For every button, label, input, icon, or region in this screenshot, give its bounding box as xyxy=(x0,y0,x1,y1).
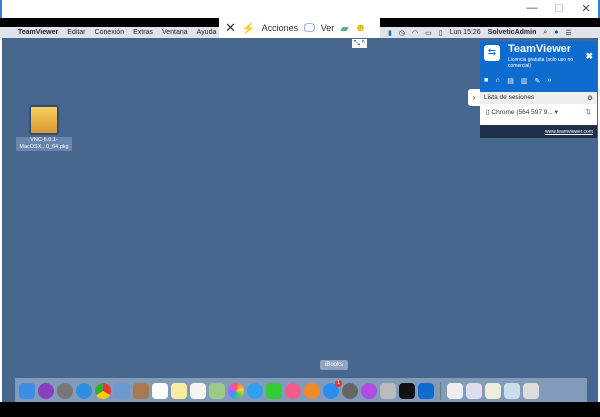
siri-icon[interactable]: ● xyxy=(554,29,558,36)
video-icon[interactable]: ■ xyxy=(484,77,488,85)
lightning-icon: ⚡ xyxy=(241,22,256,35)
actions-button[interactable]: Acciones xyxy=(262,23,299,33)
launchpad-icon[interactable] xyxy=(57,382,73,399)
utility-icon[interactable] xyxy=(380,382,396,399)
dock-divider xyxy=(440,381,441,400)
smiley-icon[interactable]: ☻ xyxy=(355,22,367,34)
teamviewer-logo-icon: ⇆ xyxy=(484,45,500,61)
dock-tooltip: iBooks xyxy=(320,360,349,370)
reminders-icon[interactable] xyxy=(190,382,206,399)
wifi-icon[interactable]: ◠ xyxy=(412,29,418,37)
screenshot-icon[interactable] xyxy=(466,382,482,399)
app-store-badge: 1 xyxy=(335,379,342,387)
app-store-icon[interactable]: 1 xyxy=(323,379,342,399)
menu-app[interactable]: TeamViewer xyxy=(18,29,58,36)
black-bar xyxy=(0,18,219,27)
terminal-icon[interactable] xyxy=(399,382,415,399)
collapse-toolbar-icon[interactable]: ⤡ ^ xyxy=(352,39,367,48)
preview-icon[interactable] xyxy=(114,382,130,399)
minimize-button[interactable]: — xyxy=(522,2,542,14)
safari-icon[interactable] xyxy=(76,382,92,399)
chrome-icon[interactable] xyxy=(95,382,111,399)
teamviewer-toolbar: ✕ ⚡ Acciones 🖵 Ver ▰ ☻ xyxy=(219,18,380,38)
mac-menu-bar: TeamViewer Editar Conexión Extras Ventan… xyxy=(0,27,219,38)
view-button[interactable]: Ver xyxy=(321,23,335,33)
more-icon[interactable]: » xyxy=(547,77,551,85)
podcasts-icon[interactable] xyxy=(361,382,377,399)
teamviewer-panel: ⇆ TeamViewer Licencia gratuita (solo uso… xyxy=(480,41,597,138)
facetime-icon[interactable] xyxy=(266,382,282,399)
spotlight-icon[interactable]: ⌕ xyxy=(543,29,547,37)
calendar-icon[interactable] xyxy=(152,382,168,399)
clock[interactable]: Lun 15:26 xyxy=(450,29,481,36)
downloads-icon[interactable] xyxy=(523,382,539,399)
photos-icon[interactable] xyxy=(228,382,244,399)
user-name[interactable]: SolveticAdmin xyxy=(488,29,537,36)
file-label: MacOSX...0_64.pkg xyxy=(16,144,72,151)
chat-icon[interactable]: ▤ xyxy=(507,77,514,85)
screenshot-icon[interactable] xyxy=(504,382,520,399)
siri-icon[interactable] xyxy=(38,382,54,399)
gear-icon[interactable]: ⚙ xyxy=(587,94,593,102)
dock: 1 xyxy=(15,378,587,403)
transfer-icon[interactable]: ⇅ xyxy=(586,108,591,116)
contacts-icon[interactable] xyxy=(133,382,149,399)
menu-editar[interactable]: Editar xyxy=(67,29,85,36)
ibooks-icon[interactable] xyxy=(304,382,320,399)
file-label: VNC-6.0.1- xyxy=(16,137,72,144)
license-text: Licencia gratuita (solo uso no comercial… xyxy=(508,57,574,69)
session-item[interactable]: ▯ Chrome (564 597 9... ▾ ⇅ xyxy=(480,104,597,116)
itunes-icon[interactable] xyxy=(285,382,301,399)
menu-extras[interactable]: Extras xyxy=(133,29,153,36)
panel-title: TeamViewer xyxy=(508,43,572,55)
chat-icon[interactable]: ▰ xyxy=(340,22,348,35)
close-session-icon[interactable]: ✕ xyxy=(225,20,236,36)
teamviewer-icon[interactable] xyxy=(418,382,434,399)
battery-icon[interactable]: ▯ xyxy=(439,29,443,37)
finder-icon[interactable] xyxy=(19,382,35,399)
maximize-button[interactable]: ☐ xyxy=(549,2,569,15)
screenshot-icon[interactable] xyxy=(485,382,501,399)
messages-icon[interactable] xyxy=(247,382,263,399)
window-titlebar: — ☐ ✕ xyxy=(0,0,600,18)
black-bar xyxy=(380,18,600,27)
notification-center-icon[interactable]: ☰ xyxy=(566,29,572,37)
document-icon[interactable] xyxy=(447,382,463,399)
website-link[interactable]: www.teamviewer.com xyxy=(480,125,597,138)
monitor-icon: 🖵 xyxy=(304,21,315,34)
system-preferences-icon[interactable] xyxy=(342,382,358,399)
sessions-header: Lista de sesiones xyxy=(484,94,535,101)
bottom-black-bar xyxy=(0,402,600,417)
airplay-icon[interactable]: ▭ xyxy=(425,29,432,37)
package-icon xyxy=(29,105,59,135)
tools-icon[interactable]: ✎ xyxy=(535,77,541,85)
menu-ventana[interactable]: Ventana xyxy=(162,29,188,36)
tv-status-icon[interactable]: ▮ xyxy=(388,29,392,37)
desktop-file-vnc[interactable]: VNC-6.0.1- MacOSX...0_64.pkg xyxy=(16,105,72,151)
menu-conexion[interactable]: Conexión xyxy=(95,29,125,36)
headset-icon[interactable]: ∩ xyxy=(495,77,500,85)
session-label: Chrome (564 597 9... xyxy=(491,109,553,116)
notes-icon[interactable] xyxy=(171,382,187,399)
time-machine-icon[interactable]: ◷ xyxy=(399,29,405,37)
files-icon[interactable]: ▥ xyxy=(521,77,528,85)
panel-close-icon[interactable]: ✖ xyxy=(585,51,593,62)
mac-status-bar: ▮ ◷ ◠ ▭ ▯ Lun 15:26 SolveticAdmin ⌕ ● ☰ xyxy=(380,27,600,38)
close-button[interactable]: ✕ xyxy=(576,2,596,15)
expand-panel-button[interactable]: › xyxy=(468,89,480,106)
maps-icon[interactable] xyxy=(209,382,225,399)
menu-ayuda[interactable]: Ayuda xyxy=(197,29,217,36)
